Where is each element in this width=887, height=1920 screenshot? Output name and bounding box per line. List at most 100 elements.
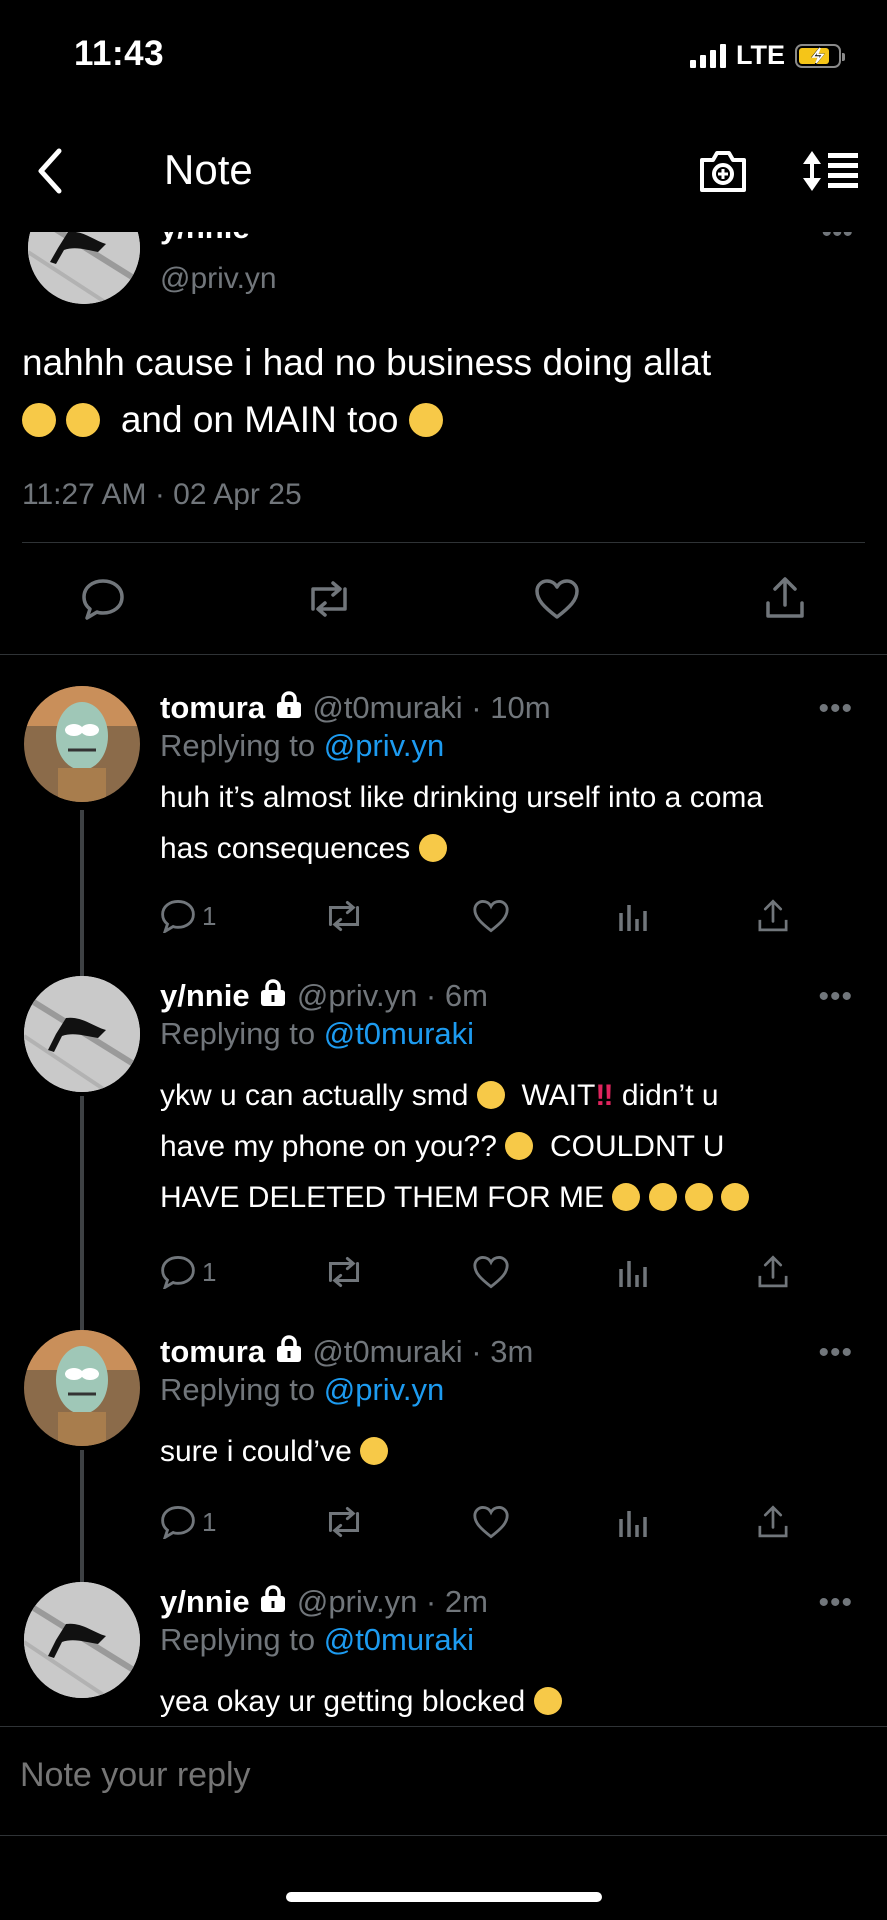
comment-icon bbox=[161, 1256, 195, 1289]
avatar[interactable] bbox=[28, 232, 140, 304]
eye-roll-emoji-icon bbox=[476, 1081, 505, 1109]
reply-text: yea okay ur getting blocked bbox=[160, 1676, 860, 1726]
divider bbox=[22, 542, 865, 543]
reply-text-line: have my phone on you?? bbox=[160, 1130, 497, 1163]
reply-text: ykw u can actually smd WAIT‼ didn’t u ha… bbox=[160, 1070, 860, 1223]
reply-button[interactable]: 1 bbox=[160, 899, 216, 933]
post-text: nahhh cause i had no business doing alla… bbox=[22, 334, 862, 448]
share-button[interactable] bbox=[756, 1254, 790, 1290]
comment-icon bbox=[161, 900, 195, 933]
avatar[interactable] bbox=[24, 686, 140, 802]
post-author-name[interactable]: y/nnie bbox=[160, 232, 250, 246]
more-options-icon[interactable]: ••• bbox=[818, 1336, 853, 1370]
more-options-icon[interactable]: ••• bbox=[818, 1586, 853, 1620]
reply-handle-time: @t0muraki · 10m bbox=[312, 690, 551, 725]
reply-author-name[interactable]: y/nnie bbox=[160, 978, 250, 1013]
analytics-button[interactable] bbox=[616, 1505, 650, 1539]
avatar[interactable] bbox=[24, 1330, 140, 1446]
retweet-icon bbox=[311, 581, 347, 617]
reply-text-line: sure i could’ve bbox=[160, 1435, 352, 1468]
reply-item[interactable]: y/nnie @priv.yn · 2m ••• Replying to @t0… bbox=[0, 1578, 887, 1726]
analytics-button[interactable] bbox=[616, 1255, 650, 1289]
sort-list-icon bbox=[803, 151, 858, 191]
signal-icon bbox=[690, 43, 726, 68]
like-button[interactable] bbox=[472, 899, 510, 933]
loudly-crying-emoji-icon bbox=[66, 403, 101, 437]
avatar[interactable] bbox=[24, 976, 140, 1092]
heart-icon bbox=[473, 1506, 509, 1539]
more-options-icon[interactable]: ••• bbox=[821, 232, 853, 250]
replying-to: Replying to @priv.yn bbox=[160, 728, 444, 764]
thread-line bbox=[80, 810, 84, 976]
analytics-button[interactable] bbox=[616, 899, 650, 933]
back-button[interactable] bbox=[30, 146, 70, 196]
loudly-crying-emoji-icon bbox=[684, 1183, 713, 1211]
loudly-crying-emoji-icon bbox=[648, 1183, 677, 1211]
post-text-line-2: and on MAIN too bbox=[120, 399, 399, 440]
comment-icon bbox=[82, 579, 124, 620]
replying-to-link[interactable]: @t0muraki bbox=[324, 1016, 474, 1051]
reply-author-name[interactable]: tomura bbox=[160, 1334, 265, 1369]
camera-button[interactable] bbox=[696, 146, 750, 196]
replying-prefix: Replying to bbox=[160, 1016, 316, 1051]
raised-eyebrow-emoji-icon bbox=[505, 1132, 534, 1160]
more-options-icon[interactable]: ••• bbox=[818, 980, 853, 1014]
post-timestamp: 11:27 AM · 02 Apr 25 bbox=[22, 478, 302, 511]
chevron-left-icon bbox=[38, 148, 62, 194]
comment-icon bbox=[161, 1506, 195, 1539]
replying-to-link[interactable]: @t0muraki bbox=[324, 1622, 474, 1657]
avatar[interactable] bbox=[24, 1582, 140, 1698]
retweet-button[interactable] bbox=[302, 576, 356, 622]
heart-icon bbox=[535, 579, 579, 619]
reply-input[interactable] bbox=[18, 1755, 842, 1796]
like-button[interactable] bbox=[532, 576, 582, 622]
loudly-crying-emoji-icon bbox=[22, 403, 56, 437]
network-label: LTE bbox=[736, 40, 785, 70]
reply-handle-time: @priv.yn · 2m bbox=[296, 1584, 488, 1619]
thinking-face-emoji-icon bbox=[360, 1437, 389, 1465]
reply-actions: 1 bbox=[160, 898, 790, 934]
reply-text-line: COULDNT U bbox=[549, 1130, 725, 1163]
reply-button[interactable]: 1 bbox=[160, 1255, 216, 1289]
reply-button[interactable] bbox=[78, 576, 128, 622]
post-text-line-1: nahhh cause i had no business doing alla… bbox=[22, 342, 712, 383]
camera-plus-icon bbox=[700, 151, 746, 192]
reply-text-line-row: yea okay ur getting blocked bbox=[160, 1676, 860, 1726]
heart-icon bbox=[473, 900, 509, 933]
share-button[interactable] bbox=[760, 574, 810, 622]
reply-header: tomura @t0muraki · 3m bbox=[160, 1334, 533, 1372]
replying-prefix: Replying to bbox=[160, 728, 316, 763]
reply-composer bbox=[0, 1726, 887, 1836]
neutral-face-emoji-icon bbox=[533, 1687, 562, 1715]
retweet-button[interactable] bbox=[322, 1255, 366, 1289]
retweet-button[interactable] bbox=[322, 1505, 366, 1539]
double-exclamation-icon: ‼ bbox=[595, 1079, 614, 1112]
share-upload-icon bbox=[766, 577, 804, 618]
reply-text-line: ykw u can actually smd bbox=[160, 1079, 469, 1112]
reply-handle-time: @priv.yn · 6m bbox=[296, 978, 488, 1013]
sort-button[interactable] bbox=[800, 146, 862, 196]
retweet-button[interactable] bbox=[322, 899, 366, 933]
retweet-icon bbox=[329, 1506, 360, 1538]
share-upload-icon bbox=[758, 1505, 788, 1538]
share-button[interactable] bbox=[756, 1504, 790, 1540]
share-upload-icon bbox=[758, 1255, 788, 1288]
share-button[interactable] bbox=[756, 898, 790, 934]
replying-to-link[interactable]: @priv.yn bbox=[324, 728, 444, 763]
reply-author-name[interactable]: tomura bbox=[160, 690, 265, 725]
like-button[interactable] bbox=[472, 1505, 510, 1539]
like-button[interactable] bbox=[472, 1255, 510, 1289]
replying-to-link[interactable]: @priv.yn bbox=[324, 1372, 444, 1407]
reply-button[interactable]: 1 bbox=[160, 1505, 216, 1539]
reply-author-name[interactable]: y/nnie bbox=[160, 1584, 250, 1619]
reply-text-line-row: has consequences bbox=[160, 823, 860, 874]
divider bbox=[0, 654, 887, 655]
replying-to: Replying to @t0muraki bbox=[160, 1622, 474, 1658]
reply-text-line-row: HAVE DELETED THEM FOR ME bbox=[160, 1172, 860, 1223]
reply-text-line: huh it’s almost like drinking urself int… bbox=[160, 781, 764, 814]
more-options-icon[interactable]: ••• bbox=[818, 692, 853, 726]
lock-icon bbox=[258, 1584, 288, 1622]
post-author-handle[interactable]: @priv.yn bbox=[160, 262, 277, 296]
eye-roll-emoji-icon bbox=[418, 834, 447, 862]
home-indicator[interactable] bbox=[286, 1892, 602, 1902]
